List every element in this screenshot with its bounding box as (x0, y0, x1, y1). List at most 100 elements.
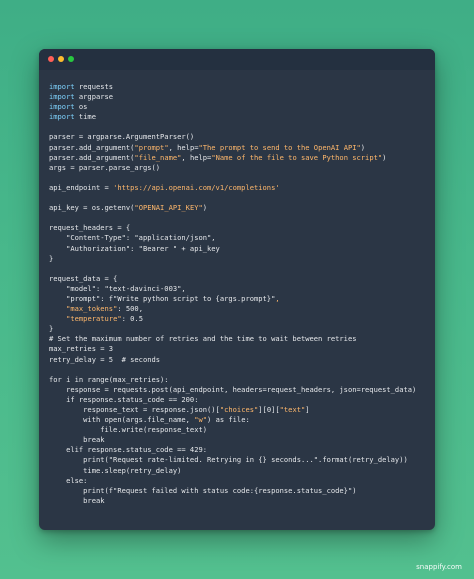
code-text: } (49, 253, 54, 263)
code-text: response_text = response.json()[ (49, 405, 220, 414)
code-string: "w" (194, 415, 208, 425)
code-string: 'https://api.openai.com/v1/completions' (113, 182, 280, 192)
code-line: request_headers = { (49, 223, 431, 233)
code-text: "prompt": f"Write python script to {args… (49, 293, 276, 303)
code-text: api_key = os.getenv( (49, 203, 135, 213)
code-text: print("Request rate-limited. Retrying in… (49, 455, 408, 465)
code-line: api_key = os.getenv("OPENAI_API_KEY") (49, 203, 431, 213)
code-text: break (49, 495, 105, 505)
code-string: "OPENAI_API_KEY" (134, 203, 203, 213)
code-line: with open(args.file_name, "w") as file: (49, 415, 431, 425)
code-line: } (49, 254, 431, 264)
code-line: import argparse (49, 92, 431, 102)
code-line: max_retries = 3 (49, 344, 431, 354)
code-string: "text" (279, 405, 306, 414)
code-text: requests (74, 82, 114, 91)
code-text: parser.add_argument( (49, 142, 135, 152)
code-text: os (74, 102, 88, 112)
code-text: } (49, 324, 54, 334)
code-line: retry_delay = 5 # seconds (49, 355, 431, 365)
code-text: break (49, 435, 105, 445)
maximize-dot-icon (68, 56, 74, 62)
code-text: parser = argparse.ArgumentParser() (49, 132, 195, 142)
code-line: time.sleep(retry_delay) (49, 466, 431, 476)
code-string: , (275, 293, 280, 303)
code-text: request_data = { (49, 273, 118, 283)
code-text: ) (382, 152, 387, 162)
code-string: "Name of the file to save Python script" (211, 152, 383, 162)
code-line: else: (49, 476, 431, 486)
code-keyword: import (49, 102, 75, 112)
code-text: argparse (74, 92, 114, 102)
code-line: # Set the maximum number of retries and … (49, 334, 431, 344)
code-line: print("Request rate-limited. Retrying in… (49, 455, 431, 465)
code-string: "max_tokens" (66, 304, 118, 314)
code-line: } (49, 324, 431, 334)
code-text: request_headers = { (49, 223, 131, 233)
code-block: import requests import argparse import os i… (49, 82, 431, 506)
code-text: "Content-Type": "application/json", (49, 233, 216, 243)
code-line: "max_tokens": 500, (49, 304, 431, 314)
code-string: "The prompt to send to the OpenAI API" (198, 142, 361, 152)
code-line: for i in range(max_retries): (49, 375, 431, 385)
code-line: file.write(response_text) (49, 425, 431, 435)
code-text: for i in range(max_retries): (49, 374, 169, 384)
code-text: # Set the maximum number of retries and … (49, 334, 357, 344)
code-text: print(f"Request failed with status code:… (49, 485, 357, 495)
code-line: "Content-Type": "application/json", (49, 233, 431, 243)
code-line: args = parser.parse_args() (49, 163, 431, 173)
code-window: import requests import argparse import os i… (39, 49, 435, 530)
code-line: "temperature": 0.5 (49, 314, 431, 324)
code-text: response = requests.post(api_endpoint, h… (49, 384, 417, 394)
code-text: elif response.status_code == 429: (49, 445, 208, 455)
code-line: "prompt": f"Write python script to {args… (49, 294, 431, 304)
code-text: : 0.5 (121, 314, 143, 324)
code-text: time.sleep(retry_delay) (49, 465, 182, 475)
window-titlebar (39, 49, 435, 70)
code-line: import requests (49, 82, 431, 92)
code-text: , help= (168, 142, 199, 152)
code-text: ) (202, 203, 208, 213)
code-string: "temperature" (66, 314, 122, 324)
watermark: snappify.com (416, 563, 462, 571)
code-line: response = requests.post(api_endpoint, h… (49, 385, 431, 395)
code-text: retry_delay = 5 # seconds (49, 354, 161, 364)
code-text: parser.add_argument( (49, 152, 135, 162)
code-text: ) as file: (207, 415, 250, 425)
minimize-dot-icon (58, 56, 64, 62)
code-text: , help= (181, 152, 212, 162)
code-text: ][0][ (258, 405, 280, 414)
code-text: "Authorization": "Bearer " + api_key (49, 243, 220, 253)
code-text: file.write(response_text) (49, 425, 208, 435)
code-text: else: (49, 475, 88, 485)
code-string: "prompt" (134, 142, 169, 152)
code-line: response_text = response.json()["choices… (49, 405, 431, 415)
close-dot-icon (48, 56, 54, 62)
code-line: print(f"Request failed with status code:… (49, 486, 431, 496)
code-line: if response.status_code == 200: (49, 395, 431, 405)
code-text: time (74, 112, 96, 122)
code-string: "file_name" (134, 152, 182, 162)
code-line: break (49, 496, 431, 506)
code-line: import os (49, 102, 431, 112)
code-line: break (49, 435, 431, 445)
code-line: request_data = { (49, 274, 431, 284)
code-line: import time (49, 112, 431, 122)
code-text: ) (360, 142, 366, 152)
code-string: "choices" (219, 405, 259, 414)
code-line: api_endpoint = 'https://api.openai.com/v… (49, 183, 431, 193)
code-text: max_retries = 3 (49, 344, 114, 354)
code-text: ] (305, 405, 310, 414)
code-text: with open(args.file_name, (49, 415, 195, 425)
code-keyword: import (49, 92, 75, 102)
code-line: parser.add_argument("prompt", help="The … (49, 143, 431, 153)
code-keyword: import (49, 82, 75, 91)
code-line: elif response.status_code == 429: (49, 445, 431, 455)
